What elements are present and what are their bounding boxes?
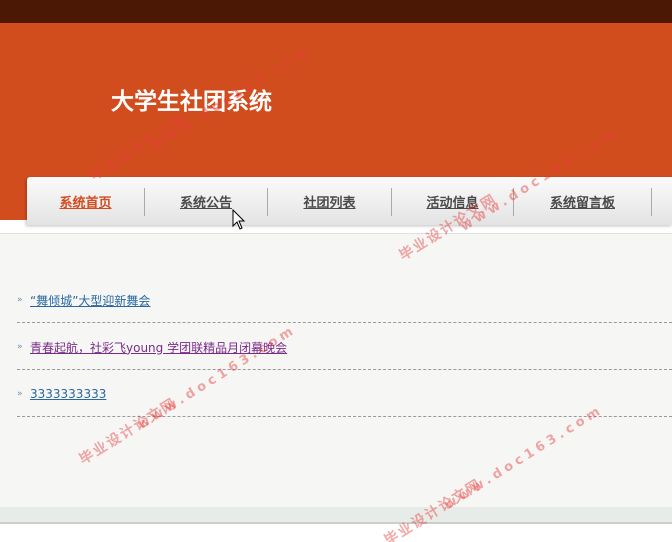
nav-message-board[interactable]: 系统留言板 (514, 177, 651, 225)
list-item: » 3333333333 (17, 385, 106, 403)
list-divider (17, 369, 672, 370)
footer-line (0, 522, 672, 524)
nav-club-list[interactable]: 社团列表 (268, 177, 391, 225)
footer-band (0, 507, 672, 522)
main-nav: 系统首页 系统公告 社团列表 活动信息 系统留言板 (27, 177, 672, 225)
news-link[interactable]: 3333333333 (30, 387, 106, 401)
list-item: » “舞倾城”大型迎新舞会 (17, 291, 150, 309)
top-bar (0, 0, 672, 23)
nav-home[interactable]: 系统首页 (27, 177, 144, 225)
mouse-cursor-icon (232, 209, 246, 230)
nav-divider (651, 188, 652, 216)
double-chevron-right-icon: » (17, 389, 23, 399)
list-divider (17, 416, 672, 417)
double-chevron-right-icon: » (17, 295, 23, 305)
list-item: » 青春起航，社彩飞young 学团联精品月闭幕晚会 (17, 338, 287, 356)
news-link[interactable]: 青春起航，社彩飞young 学团联精品月闭幕晚会 (30, 339, 287, 356)
news-list: » “舞倾城”大型迎新舞会 » 青春起航，社彩飞young 学团联精品月闭幕晚会… (0, 233, 672, 507)
news-link[interactable]: “舞倾城”大型迎新舞会 (30, 292, 150, 309)
list-divider (17, 322, 672, 323)
nav-announcements[interactable]: 系统公告 (145, 177, 267, 225)
double-chevron-right-icon: » (17, 342, 23, 352)
nav-activities[interactable]: 活动信息 (392, 177, 513, 225)
site-title: 大学生社团系统 (111, 89, 272, 115)
